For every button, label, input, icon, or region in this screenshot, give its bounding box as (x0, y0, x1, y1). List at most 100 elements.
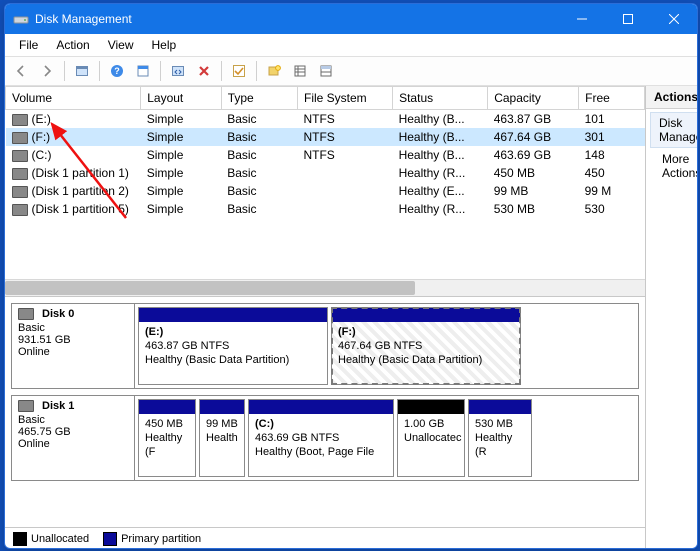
partition[interactable]: 530 MB Healthy (R (468, 399, 532, 477)
partition[interactable]: (E:) 463.87 GB NTFS Healthy (Basic Data … (138, 307, 328, 385)
volume-capacity: 99 MB (488, 182, 579, 200)
delete-button[interactable] (192, 59, 216, 83)
col-status[interactable]: Status (393, 87, 488, 110)
volume-list-pane: Volume Layout Type File System Status Ca… (5, 86, 645, 297)
horizontal-scrollbar[interactable] (5, 279, 645, 296)
volume-fs: NTFS (297, 146, 392, 164)
col-free[interactable]: Free (579, 87, 645, 110)
volume-fs: NTFS (297, 128, 392, 146)
disk-row: Disk 1 Basic 465.75 GB Online 450 MB Hea… (11, 395, 639, 481)
partition[interactable]: (F:) 467.64 GB NTFS Healthy (Basic Data … (331, 307, 521, 385)
disk-header[interactable]: Disk 1 Basic 465.75 GB Online (12, 396, 135, 480)
partition[interactable]: 1.00 GB Unallocatec (397, 399, 465, 477)
volume-row[interactable]: (C:) Simple Basic NTFS Healthy (B... 463… (6, 146, 645, 164)
legend: Unallocated Primary partition (5, 527, 645, 549)
properties-button[interactable] (131, 59, 155, 83)
partition[interactable]: 450 MB Healthy (F (138, 399, 196, 477)
actions-section-label: Disk Management (659, 116, 698, 144)
volume-free: 450 (579, 164, 645, 182)
col-capacity[interactable]: Capacity (488, 87, 579, 110)
titlebar: Disk Management (5, 4, 697, 34)
partition-label: (C:) (255, 418, 387, 432)
back-button[interactable] (9, 59, 33, 83)
menubar: File Action View Help (5, 34, 697, 56)
col-volume[interactable]: Volume (6, 87, 141, 110)
disk-row: Disk 0 Basic 931.51 GB Online (E:) 463.8… (11, 303, 639, 389)
partition-bar (139, 400, 195, 414)
refresh-button[interactable] (166, 59, 190, 83)
detail-view-button[interactable] (314, 59, 338, 83)
volume-row[interactable]: (F:) Simple Basic NTFS Healthy (B... 467… (6, 128, 645, 146)
partition[interactable]: (C:) 463.69 GB NTFS Healthy (Boot, Page … (248, 399, 394, 477)
partition-size: 467.64 GB NTFS (338, 340, 514, 354)
partition-size: 450 MB (145, 418, 189, 432)
close-button[interactable] (651, 4, 697, 34)
menu-file[interactable]: File (11, 36, 46, 54)
disk-graphic-pane: Disk 0 Basic 931.51 GB Online (E:) 463.8… (5, 297, 645, 527)
volume-type: Basic (221, 128, 297, 146)
volume-status: Healthy (R... (393, 164, 488, 182)
volume-layout: Simple (141, 182, 221, 200)
volume-free: 148 (579, 146, 645, 164)
forward-button[interactable] (35, 59, 59, 83)
volume-free: 99 M (579, 182, 645, 200)
col-layout[interactable]: Layout (141, 87, 221, 110)
partition[interactable]: 99 MB Health (199, 399, 245, 477)
volume-free: 530 (579, 200, 645, 218)
actions-pane: Actions Disk Management ▴ More Actions ▸ (646, 86, 698, 549)
disk-size: 465.75 GB (18, 426, 128, 438)
volume-name: (F:) (32, 130, 51, 144)
volume-capacity: 463.69 GB (488, 146, 579, 164)
disk-status: Online (18, 438, 128, 450)
partition-label: (E:) (145, 326, 321, 340)
partition-bar (332, 308, 520, 322)
actions-section[interactable]: Disk Management ▴ (650, 112, 698, 148)
disk-size: 931.51 GB (18, 334, 128, 346)
volume-fs (297, 182, 392, 200)
volume-row[interactable]: (Disk 1 partition 5) Simple Basic Health… (6, 200, 645, 218)
check-button[interactable] (227, 59, 251, 83)
col-fs[interactable]: File System (297, 87, 392, 110)
disk-name: Disk 0 (42, 308, 74, 320)
volume-layout: Simple (141, 200, 221, 218)
minimize-button[interactable] (559, 4, 605, 34)
partition-status: Health (206, 432, 238, 446)
partition-size: 99 MB (206, 418, 238, 432)
volume-row[interactable]: (Disk 1 partition 2) Simple Basic Health… (6, 182, 645, 200)
partition-size: 463.69 GB NTFS (255, 432, 387, 446)
maximize-button[interactable] (605, 4, 651, 34)
volume-status: Healthy (B... (393, 146, 488, 164)
volume-layout: Simple (141, 146, 221, 164)
partition-status: Healthy (F (145, 432, 189, 460)
menu-help[interactable]: Help (144, 36, 185, 54)
legend-unallocated: Unallocated (31, 533, 89, 545)
partition-status: Unallocatec (404, 432, 458, 446)
volume-type: Basic (221, 182, 297, 200)
volume-row[interactable]: (E:) Simple Basic NTFS Healthy (B... 463… (6, 110, 645, 129)
partition-bar (249, 400, 393, 414)
menu-action[interactable]: Action (48, 36, 97, 54)
partition-bar (469, 400, 531, 414)
actions-more[interactable]: More Actions ▸ (646, 148, 698, 184)
volume-layout: Simple (141, 110, 221, 129)
legend-primary-swatch (103, 532, 117, 546)
help-button[interactable]: ? (105, 59, 129, 83)
disk-icon (18, 400, 34, 412)
disk-name: Disk 1 (42, 400, 74, 412)
volume-layout: Simple (141, 128, 221, 146)
scrollbar-thumb[interactable] (5, 281, 415, 295)
volume-name: (Disk 1 partition 5) (32, 202, 129, 216)
disk-header[interactable]: Disk 0 Basic 931.51 GB Online (12, 304, 135, 388)
volume-layout: Simple (141, 164, 221, 182)
list-view-button[interactable] (288, 59, 312, 83)
actions-header: Actions (646, 86, 698, 109)
volume-table[interactable]: Volume Layout Type File System Status Ca… (5, 86, 645, 218)
volume-fs: NTFS (297, 110, 392, 129)
new-button[interactable] (262, 59, 286, 83)
volume-row[interactable]: (Disk 1 partition 1) Simple Basic Health… (6, 164, 645, 182)
col-type[interactable]: Type (221, 87, 297, 110)
show-hide-button[interactable] (70, 59, 94, 83)
app-icon (13, 11, 29, 27)
volume-status: Healthy (B... (393, 128, 488, 146)
menu-view[interactable]: View (100, 36, 142, 54)
